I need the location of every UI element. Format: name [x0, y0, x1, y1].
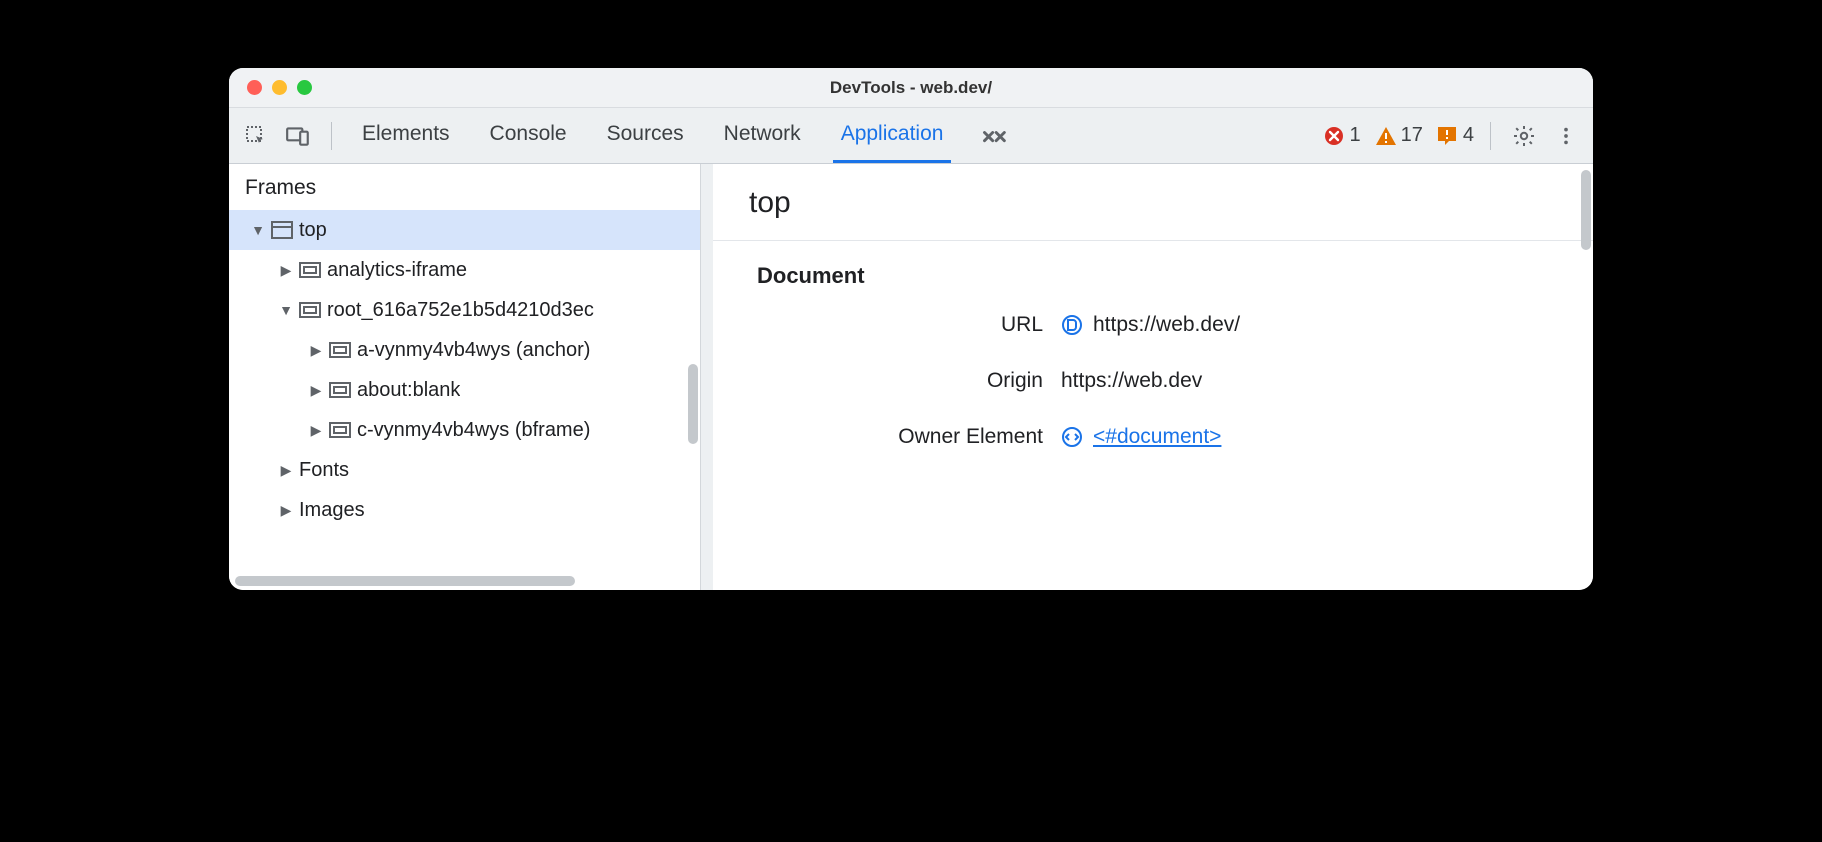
tree-item-label: top	[299, 219, 327, 242]
tree-item-label: analytics-iframe	[327, 259, 467, 282]
tree-item-label: c-vynmy4vb4wys (bframe)	[357, 419, 590, 442]
code-badge-icon	[1061, 426, 1083, 448]
issues-count[interactable]: 4	[1437, 124, 1474, 147]
disclosure-triangle-right-icon[interactable]: ▶	[309, 422, 323, 439]
detail-value: <#document>	[1061, 425, 1221, 449]
error-count-value: 1	[1350, 124, 1361, 147]
origin-value: https://web.dev	[1061, 369, 1202, 393]
issues-count-value: 4	[1463, 124, 1474, 147]
tab-network[interactable]: Network	[716, 108, 809, 163]
tree-item-child-b[interactable]: ▶ about:blank	[229, 370, 700, 410]
devtools-window: DevTools - web.dev/ Elements Console Sou…	[229, 68, 1593, 590]
separator	[1490, 122, 1491, 150]
traffic-lights	[229, 80, 312, 95]
sidebar: Frames ▼ top ▶ analytics-i	[229, 164, 701, 590]
detail-label: URL	[713, 313, 1043, 337]
tab-sources[interactable]: Sources	[599, 108, 692, 163]
titlebar: DevTools - web.dev/	[229, 68, 1593, 108]
minimize-window-button[interactable]	[272, 80, 287, 95]
disclosure-triangle-down-icon[interactable]: ▼	[279, 302, 293, 318]
details-panel: top Document URL https://web.dev/ Origin…	[713, 164, 1593, 590]
issues-icon	[1437, 126, 1457, 146]
zoom-window-button[interactable]	[297, 80, 312, 95]
status-counts: 1 17 4	[1324, 124, 1475, 147]
sidebar-vertical-scrollbar[interactable]	[688, 364, 698, 444]
tab-application[interactable]: Application	[833, 108, 952, 163]
tree-item-images[interactable]: ▶ Images	[229, 490, 700, 530]
splitter-handle[interactable]	[701, 164, 713, 590]
details-vertical-scrollbar[interactable]	[1581, 170, 1591, 250]
tree-item-fonts[interactable]: ▶ Fonts	[229, 450, 700, 490]
disclosure-triangle-right-icon[interactable]: ▶	[309, 342, 323, 359]
error-icon	[1324, 126, 1344, 146]
warning-count[interactable]: 17	[1375, 124, 1423, 147]
tab-elements[interactable]: Elements	[354, 108, 458, 163]
frame-icon	[299, 302, 321, 318]
detail-value: https://web.dev/	[1061, 313, 1240, 337]
disclosure-triangle-right-icon[interactable]: ▶	[279, 462, 293, 479]
more-tabs-button[interactable]	[975, 108, 1015, 163]
document-badge-icon	[1061, 314, 1083, 336]
frame-icon	[299, 262, 321, 278]
close-window-button[interactable]	[247, 80, 262, 95]
toolbar: Elements Console Sources Network Applica…	[229, 108, 1593, 164]
sidebar-heading: Frames	[229, 164, 700, 210]
tree-item-child-c[interactable]: ▶ c-vynmy4vb4wys (bframe)	[229, 410, 700, 450]
detail-label: Owner Element	[713, 425, 1043, 449]
window-title: DevTools - web.dev/	[229, 78, 1593, 98]
disclosure-triangle-down-icon[interactable]: ▼	[251, 222, 265, 238]
details-section-heading: Document	[713, 241, 1593, 297]
disclosure-triangle-right-icon[interactable]: ▶	[279, 502, 293, 519]
error-count[interactable]: 1	[1324, 124, 1361, 147]
owner-element-link[interactable]: <#document>	[1093, 425, 1221, 449]
tree-item-child-a[interactable]: ▶ a-vynmy4vb4wys (anchor)	[229, 330, 700, 370]
inspect-element-icon[interactable]	[239, 119, 273, 153]
frames-tree: ▼ top ▶ analytics-iframe	[229, 210, 700, 530]
tab-strip: Elements Console Sources Network Applica…	[354, 108, 1015, 163]
detail-row-origin: Origin https://web.dev	[713, 353, 1593, 409]
device-toolbar-icon[interactable]	[281, 119, 315, 153]
disclosure-triangle-right-icon[interactable]: ▶	[309, 382, 323, 399]
detail-row-url: URL https://web.dev/	[713, 297, 1593, 353]
tree-item-label: about:blank	[357, 379, 460, 402]
detail-row-owner-element: Owner Element <#document>	[713, 409, 1593, 465]
sidebar-horizontal-scrollbar[interactable]	[235, 576, 575, 586]
tree-item-label: Fonts	[299, 459, 349, 482]
tree-item-top[interactable]: ▼ top	[229, 210, 700, 250]
settings-icon[interactable]	[1507, 119, 1541, 153]
content-area: Frames ▼ top ▶ analytics-i	[229, 164, 1593, 590]
frame-icon	[329, 422, 351, 438]
tab-console[interactable]: Console	[482, 108, 575, 163]
warning-count-value: 17	[1401, 124, 1423, 147]
detail-value: https://web.dev	[1061, 369, 1202, 393]
tree-item-label: root_616a752e1b5d4210d3ec	[327, 299, 594, 322]
frame-icon	[329, 342, 351, 358]
warning-icon	[1375, 126, 1395, 146]
disclosure-triangle-right-icon[interactable]: ▶	[279, 262, 293, 279]
more-menu-icon[interactable]	[1549, 119, 1583, 153]
tree-item-label: a-vynmy4vb4wys (anchor)	[357, 339, 590, 362]
tree-item-analytics-iframe[interactable]: ▶ analytics-iframe	[229, 250, 700, 290]
tree-item-label: Images	[299, 499, 365, 522]
details-title: top	[713, 164, 1593, 241]
detail-label: Origin	[713, 369, 1043, 393]
frame-icon	[329, 382, 351, 398]
window-icon	[271, 221, 293, 239]
tree-item-root-frame[interactable]: ▼ root_616a752e1b5d4210d3ec	[229, 290, 700, 330]
separator	[331, 122, 332, 150]
url-value[interactable]: https://web.dev/	[1093, 313, 1240, 337]
